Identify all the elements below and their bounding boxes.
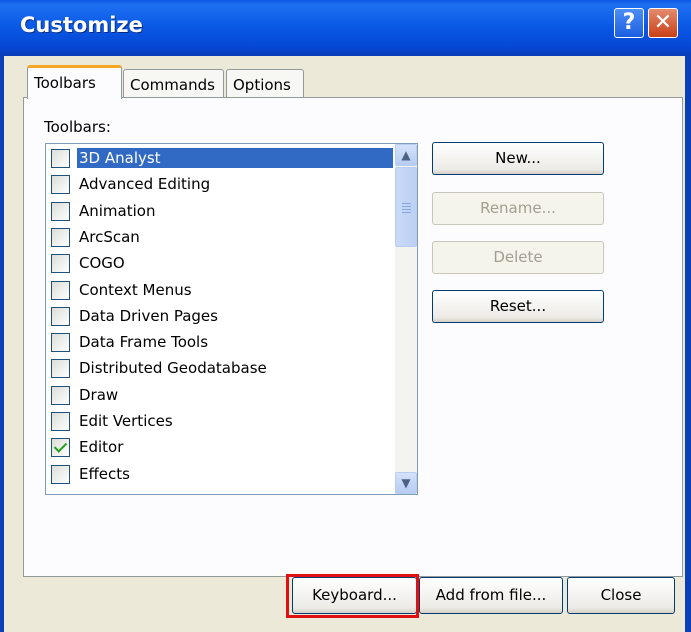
list-item-label: Editor [79, 438, 124, 457]
list-item[interactable]: Editor [46, 434, 394, 460]
toolbar-checkbox[interactable] [51, 412, 70, 431]
delete-button-label: Delete [493, 248, 543, 266]
toolbars-tab-panel: Toolbars: 3D Analyst Advanced Editing Anim… [23, 97, 683, 577]
list-item-label: Context Menus [79, 280, 192, 299]
chevron-up-icon: ▲ [401, 148, 411, 162]
list-item[interactable]: Data Driven Pages [46, 303, 394, 329]
list-item-label: COGO [79, 254, 125, 273]
rename-button[interactable]: Rename... [432, 192, 604, 225]
list-item-label: Effects [79, 464, 130, 483]
list-item[interactable]: ArcScan [46, 224, 394, 250]
list-item-label: ArcScan [79, 227, 140, 246]
add-from-file-button-label: Add from file... [435, 586, 547, 604]
highlight-box [286, 574, 419, 618]
chevron-down-icon: ▼ [401, 476, 411, 490]
list-item-label: Advanced Editing [79, 175, 211, 194]
toolbar-checkbox[interactable] [51, 359, 70, 379]
toolbar-checkbox[interactable] [51, 201, 70, 221]
reset-button-label: Reset... [489, 297, 547, 315]
list-item[interactable]: Distributed Geodatabase [46, 355, 394, 381]
close-button-label: Close [600, 586, 642, 604]
list-item[interactable]: Animation [46, 198, 394, 224]
list-item-label: Draw [79, 385, 119, 404]
toolbar-checkbox[interactable] [51, 438, 70, 458]
list-item-label: Data Driven Pages [79, 306, 218, 325]
toolbars-list-label: Toolbars: [44, 118, 111, 136]
delete-button[interactable]: Delete [432, 241, 604, 274]
tab-commands[interactable]: Commands [123, 69, 224, 99]
list-item[interactable]: Draw [46, 382, 394, 408]
toolbars-listbox[interactable]: 3D Analyst Advanced Editing Animation ArcSc… [45, 143, 418, 495]
list-item[interactable]: Data Frame Tools [46, 329, 394, 355]
toolbar-checkbox[interactable] [51, 175, 70, 195]
listbox-scrollbar[interactable]: ▲ ▼ [395, 144, 417, 494]
add-from-file-button[interactable]: Add from file... [419, 577, 563, 614]
title-bar[interactable]: Customize ? ✕ [0, 0, 691, 56]
help-button[interactable]: ? [614, 8, 644, 38]
list-item[interactable]: 3D Analyst [46, 145, 394, 171]
list-item-label: Distributed Geodatabase [79, 359, 267, 378]
customize-dialog: Customize ? ✕ Toolbars Commands Options … [0, 0, 691, 632]
grip-icon [402, 203, 411, 204]
tab-label: Options [233, 76, 291, 94]
rename-button-label: Rename... [480, 199, 556, 217]
close-window-button[interactable]: ✕ [648, 8, 678, 38]
scroll-up-button[interactable]: ▲ [395, 144, 417, 166]
toolbar-checkbox[interactable] [51, 280, 70, 300]
scroll-thumb[interactable] [395, 167, 417, 247]
new-button[interactable]: New... [432, 142, 604, 175]
window-title: Customize [20, 13, 143, 37]
close-button[interactable]: Close [567, 577, 675, 614]
new-button-label: New... [495, 149, 541, 167]
list-item-label: 3D Analyst [77, 148, 393, 168]
list-item-label: Edit Vertices [79, 412, 173, 430]
toolbar-checkbox[interactable] [51, 306, 70, 326]
tab-label: Toolbars [34, 74, 96, 92]
toolbar-checkbox[interactable] [51, 385, 70, 405]
toolbar-checkbox[interactable] [51, 333, 70, 353]
list-item[interactable]: Context Menus [46, 277, 394, 303]
list-item[interactable]: COGO [46, 250, 394, 276]
tab-options[interactable]: Options [226, 69, 304, 99]
reset-button[interactable]: Reset... [432, 290, 604, 323]
toolbar-checkbox[interactable] [51, 227, 70, 247]
help-icon: ? [622, 10, 636, 35]
tab-label: Commands [130, 76, 215, 94]
tab-toolbars[interactable]: Toolbars [27, 65, 122, 99]
list-item[interactable]: Edit Vertices [46, 408, 394, 434]
list-item[interactable]: Effects [46, 461, 394, 487]
toolbar-checkbox[interactable] [51, 149, 70, 168]
toolbar-checkbox[interactable] [51, 254, 70, 274]
list-item[interactable]: Advanced Editing [46, 171, 394, 197]
toolbar-checkbox[interactable] [51, 464, 70, 484]
scroll-down-button[interactable]: ▼ [395, 472, 417, 494]
list-item-label: Animation [79, 201, 156, 220]
list-item-label: Data Frame Tools [79, 333, 209, 352]
dialog-body: Toolbars Commands Options Toolbars: 3D A… [4, 56, 685, 632]
close-icon: ✕ [653, 10, 673, 35]
